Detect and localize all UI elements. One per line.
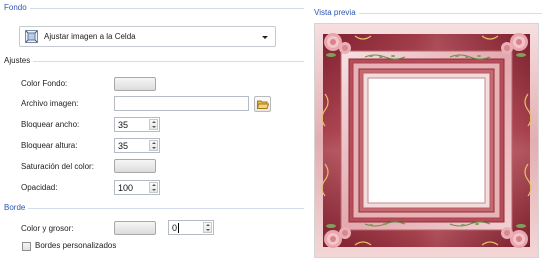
fondo-section-title: Fondo — [4, 3, 30, 13]
borde-section-title: Borde — [4, 203, 29, 213]
grosor-stepper[interactable]: 0 — [168, 220, 214, 235]
bordes-personalizados-label[interactable]: Bordes personalizados — [35, 241, 116, 251]
fondo-mode-label: Ajustar imagen a la Celda — [44, 32, 136, 41]
ajustes-section-title: Ajustes — [4, 56, 34, 66]
borde-rule — [4, 208, 304, 209]
opacidad-label: Opacidad: — [21, 183, 58, 192]
archivo-imagen-input[interactable] — [114, 96, 249, 111]
borde-color-button[interactable] — [114, 221, 156, 235]
spin-arrows-icon[interactable] — [149, 182, 158, 193]
text-cursor — [178, 223, 179, 233]
decorative-rose-frame-image — [315, 24, 538, 257]
ajustes-rule — [4, 61, 304, 62]
bloquear-altura-stepper[interactable]: 35 — [114, 138, 160, 153]
chevron-down-icon — [262, 36, 268, 39]
opacidad-stepper[interactable]: 100 — [114, 180, 160, 195]
fondo-mode-select[interactable]: Ajustar imagen a la Celda — [19, 26, 276, 47]
saturacion-label: Saturación del color: — [21, 162, 94, 171]
color-fondo-label: Color Fondo: — [21, 79, 68, 88]
bloquear-altura-value: 35 — [118, 141, 129, 151]
vista-previa-title: Vista previa — [314, 8, 359, 18]
fondo-rule — [4, 8, 304, 9]
spin-arrows-icon[interactable] — [149, 140, 158, 151]
spin-arrows-icon[interactable] — [149, 119, 158, 130]
bloquear-ancho-stepper[interactable]: 35 — [114, 117, 160, 132]
bordes-personalizados-checkbox[interactable] — [22, 242, 31, 251]
bloquear-altura-label: Bloquear altura: — [21, 141, 78, 150]
grosor-value[interactable]: 0 — [172, 223, 177, 233]
saturacion-button[interactable] — [114, 159, 156, 173]
bloquear-ancho-value: 35 — [118, 120, 129, 130]
preview-panel — [314, 23, 539, 258]
folder-open-icon — [256, 99, 270, 112]
image-fit-icon — [25, 30, 38, 45]
browse-image-button[interactable] — [254, 96, 271, 112]
bloquear-ancho-label: Bloquear ancho: — [21, 120, 80, 129]
color-fondo-button[interactable] — [114, 77, 156, 91]
opacidad-value: 100 — [118, 183, 134, 193]
spin-arrows-icon[interactable] — [203, 222, 212, 233]
archivo-imagen-label: Archivo imagen: — [21, 99, 79, 108]
color-grosor-label: Color y grosor: — [21, 224, 74, 233]
